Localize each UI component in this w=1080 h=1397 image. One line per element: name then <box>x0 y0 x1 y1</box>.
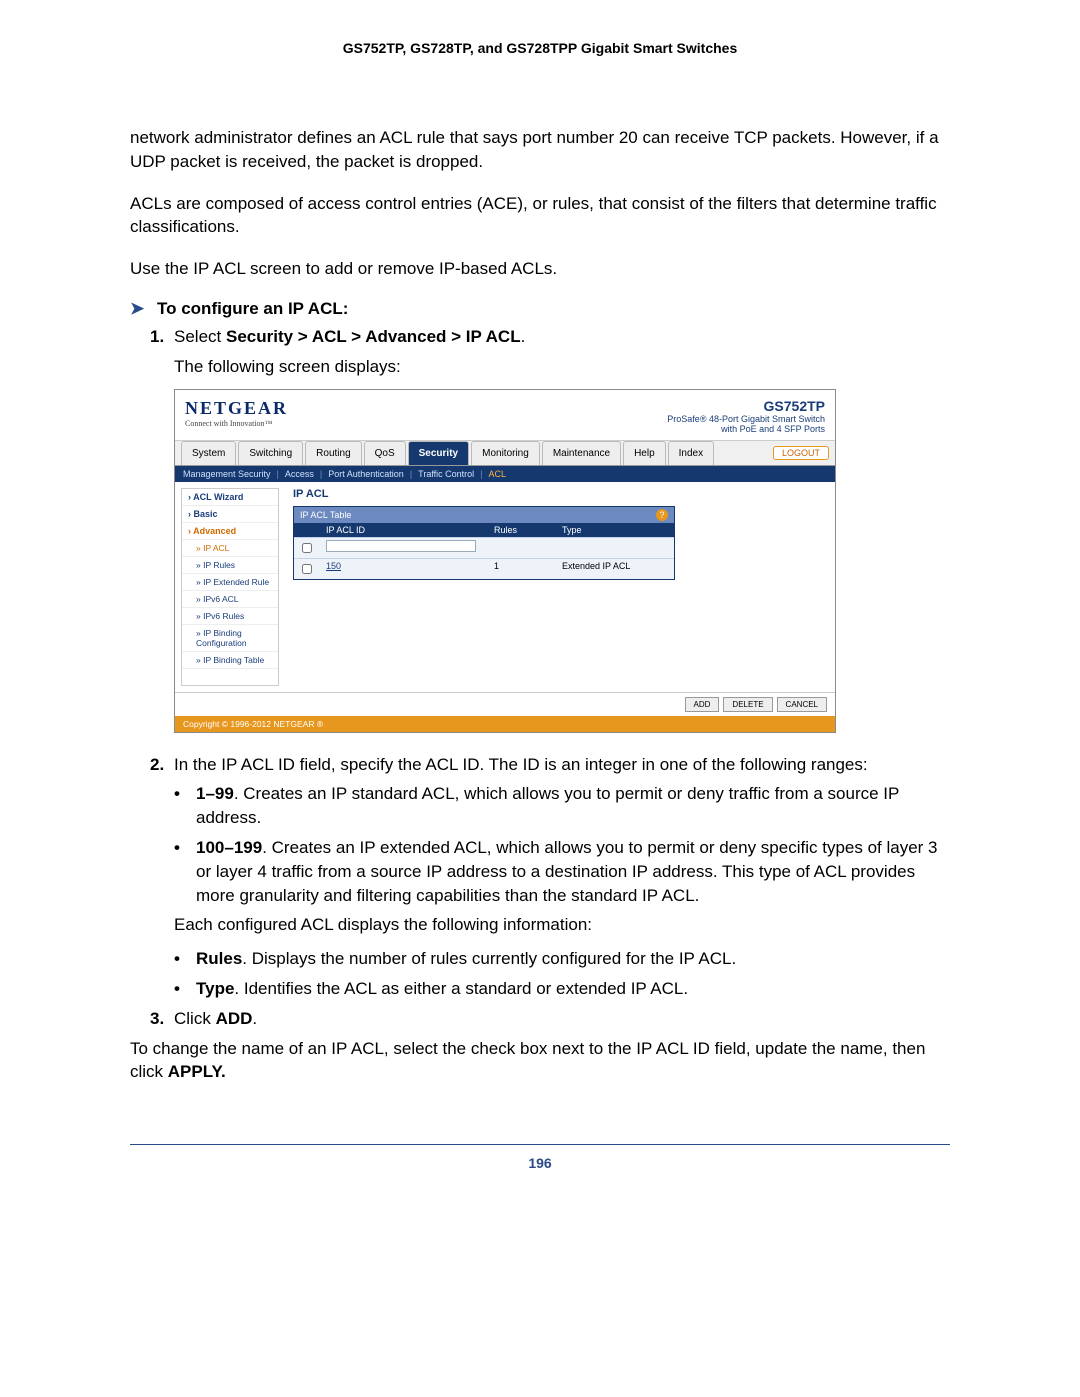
step2-rules-bullet: • Rules. Displays the number of rules cu… <box>174 947 950 971</box>
leftnav-sub-ip-binding-configuration[interactable]: » IP Binding Configuration <box>182 625 278 652</box>
final-paragraph: To change the name of an IP ACL, select … <box>130 1037 950 1085</box>
leftnav-sub-ip-extended-rule[interactable]: » IP Extended Rule <box>182 574 278 591</box>
step-1: 1. Select Security > ACL > Advanced > IP… <box>150 325 950 349</box>
step2-bullet-1: • 1–99. Creates an IP standard ACL, whic… <box>174 782 950 830</box>
step-3: 3. Click ADD. <box>150 1007 950 1031</box>
leftnav-sub-ipv6-rules[interactable]: » IPv6 Rules <box>182 608 278 625</box>
page-header: GS752TP, GS728TP, and GS728TPP Gigabit S… <box>130 40 950 56</box>
acl-id-link[interactable]: 150 <box>326 561 341 571</box>
tab-security[interactable]: Security <box>408 441 469 465</box>
copyright-bar: Copyright © 1996-2012 NETGEAR ® <box>175 716 835 732</box>
paragraph-1: network administrator defines an ACL rul… <box>130 126 950 174</box>
cell-rules: 1 <box>490 559 558 579</box>
step1-followup: The following screen displays: <box>174 355 950 379</box>
tab-system[interactable]: System <box>181 441 236 465</box>
leftnav-sub-ip-rules[interactable]: » IP Rules <box>182 557 278 574</box>
col-header-type: Type <box>558 523 674 537</box>
cancel-button[interactable]: CANCEL <box>777 697 827 712</box>
tab-monitoring[interactable]: Monitoring <box>471 441 540 465</box>
step1-bold: Security > ACL > Advanced > IP ACL <box>226 327 521 346</box>
leftnav-acl-wizard[interactable]: › ACL Wizard <box>182 489 278 506</box>
logout-button[interactable]: LOGOUT <box>773 446 829 460</box>
embedded-screenshot: NETGEAR Connect with Innovation™ GS752TP… <box>174 389 836 733</box>
brand-logo: NETGEAR Connect with Innovation™ <box>185 398 288 434</box>
tab-routing[interactable]: Routing <box>305 441 361 465</box>
subnav-access[interactable]: Access <box>285 469 314 479</box>
table-title: IP ACL Table <box>300 510 351 520</box>
tab-index[interactable]: Index <box>668 441 714 465</box>
step1-suffix: . <box>521 327 526 346</box>
subnav-port-authentication[interactable]: Port Authentication <box>328 469 404 479</box>
row-checkbox[interactable] <box>302 543 312 553</box>
tab-switching[interactable]: Switching <box>238 441 303 465</box>
step1-prefix: Select <box>174 327 226 346</box>
procedure-title: To configure an IP ACL: <box>157 299 348 318</box>
table-row: 150 1 Extended IP ACL <box>294 558 674 579</box>
ip-acl-id-input[interactable] <box>326 540 476 552</box>
col-header-id: IP ACL ID <box>322 523 490 537</box>
tab-qos[interactable]: QoS <box>364 441 406 465</box>
page-number: 196 <box>130 1144 950 1171</box>
model-info: GS752TP ProSafe® 48-Port Gigabit Smart S… <box>667 398 825 434</box>
add-button[interactable]: ADD <box>685 697 720 712</box>
step2-bullet-2: • 100–199. Creates an IP extended ACL, w… <box>174 836 950 907</box>
step2-type-bullet: • Type. Identifies the ACL as either a s… <box>174 977 950 1001</box>
leftnav-basic[interactable]: › Basic <box>182 506 278 523</box>
help-icon[interactable]: ? <box>656 509 668 521</box>
tab-maintenance[interactable]: Maintenance <box>542 441 621 465</box>
cell-type: Extended IP ACL <box>558 559 674 579</box>
leftnav-sub-ip-acl[interactable]: » IP ACL <box>182 540 278 557</box>
table-input-row <box>294 537 674 558</box>
arrow-icon: ➤ <box>130 299 144 318</box>
procedure-heading: ➤ To configure an IP ACL: <box>130 299 950 319</box>
paragraph-3: Use the IP ACL screen to add or remove I… <box>130 257 950 281</box>
delete-button[interactable]: DELETE <box>723 697 772 712</box>
step2-each-intro: Each configured ACL displays the followi… <box>174 913 950 937</box>
tab-help[interactable]: Help <box>623 441 666 465</box>
subnav-management-security[interactable]: Management Security <box>183 469 271 479</box>
leftnav-sub-ip-binding-table[interactable]: » IP Binding Table <box>182 652 278 669</box>
row-checkbox[interactable] <box>302 564 312 574</box>
subnav-traffic-control[interactable]: Traffic Control <box>418 469 474 479</box>
col-header-rules: Rules <box>490 523 558 537</box>
leftnav-sub-ipv6-acl[interactable]: » IPv6 ACL <box>182 591 278 608</box>
panel-title: IP ACL <box>293 488 827 500</box>
step-2: 2. In the IP ACL ID field, specify the A… <box>150 753 950 777</box>
paragraph-2: ACLs are composed of access control entr… <box>130 192 950 240</box>
subnav-acl[interactable]: ACL <box>489 469 507 479</box>
leftnav-advanced[interactable]: › Advanced <box>182 523 278 540</box>
